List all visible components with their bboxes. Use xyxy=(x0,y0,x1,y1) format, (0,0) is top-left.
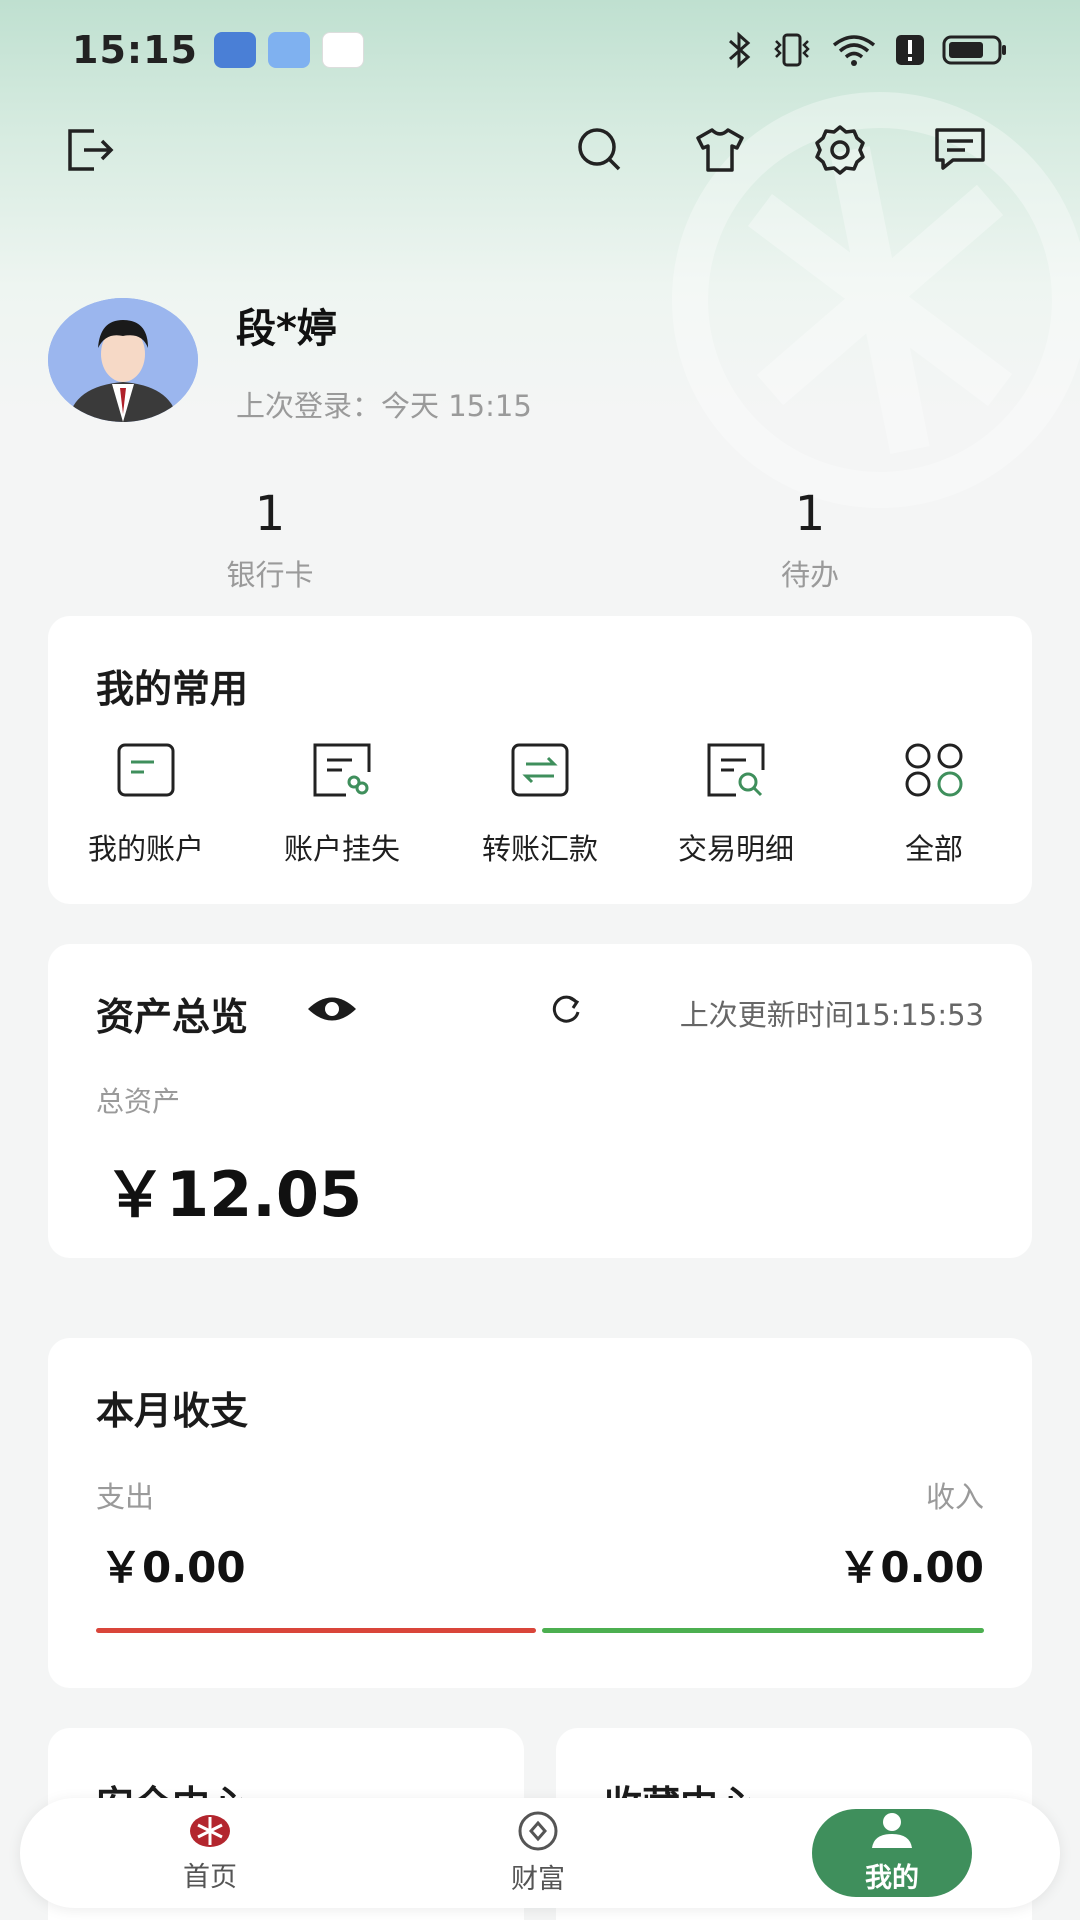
browser-icon xyxy=(321,32,364,68)
top-toolbar xyxy=(0,120,1080,180)
assets-title: 资产总览 xyxy=(96,995,249,1039)
settings-icon[interactable] xyxy=(810,120,870,180)
transfer-icon xyxy=(511,743,569,797)
todo-count: 1 xyxy=(794,486,826,542)
logout-icon[interactable] xyxy=(60,120,120,180)
favorite-all[interactable]: 全部 xyxy=(836,742,1032,868)
stat-todo[interactable]: 1 待办 xyxy=(660,488,960,594)
expense-value: ￥0.00 xyxy=(100,1543,246,1592)
favorite-my-account[interactable]: 我的账户 xyxy=(48,742,244,868)
favorite-transaction-detail[interactable]: 交易明细 xyxy=(638,742,834,868)
refresh-icon[interactable] xyxy=(548,992,582,1026)
tab-wealth-label: 财富 xyxy=(511,1863,565,1895)
vibrate-icon xyxy=(774,33,810,67)
wifi-icon xyxy=(832,35,876,66)
favorite-transfer[interactable]: 转账汇款 xyxy=(442,742,638,868)
last-login-time: 上次登录：今天 15:15 xyxy=(236,389,532,423)
alert-icon xyxy=(896,35,924,65)
total-assets-value: ￥12.05 xyxy=(104,1158,363,1231)
transaction-detail-icon xyxy=(707,743,765,797)
battery-icon xyxy=(942,35,1006,65)
account-icon xyxy=(117,743,175,797)
tab-profile-label: 我的 xyxy=(865,1862,919,1894)
favorite-label: 转账汇款 xyxy=(481,832,598,866)
income-bar xyxy=(542,1628,984,1633)
assets-updated-time: 上次更新时间15:15:53 xyxy=(679,998,984,1032)
app-root: 15:15 段*婷 上次登录：今天 15:15 1 银行卡 1 待办 我的常用 … xyxy=(0,0,1080,1920)
income-label: 收入 xyxy=(925,1480,984,1514)
stat-bank-cards[interactable]: 1 银行卡 xyxy=(120,488,420,594)
total-assets-label: 总资产 xyxy=(96,1085,181,1118)
weather-icon xyxy=(267,32,310,68)
favorite-label: 全部 xyxy=(904,832,963,866)
bank-card-count: 1 xyxy=(254,486,286,542)
favorite-report-loss[interactable]: 账户挂失 xyxy=(244,742,440,868)
app-icon-blue xyxy=(213,32,256,68)
status-time: 15:15 xyxy=(72,28,198,72)
favorites-title: 我的常用 xyxy=(96,667,249,711)
status-bar: 15:15 xyxy=(0,0,1080,100)
monthly-card[interactable]: 本月收支 支出 收入 ￥0.00 ￥0.00 xyxy=(48,1338,1032,1688)
favorite-label: 我的账户 xyxy=(87,832,204,866)
message-icon[interactable] xyxy=(930,120,990,180)
favorite-label: 账户挂失 xyxy=(283,832,400,866)
all-apps-icon xyxy=(905,743,963,797)
tab-profile[interactable]: 我的 xyxy=(812,1809,972,1897)
report-loss-icon xyxy=(313,743,371,797)
assets-card: 资产总览 上次更新时间15:15:53 总资产 ￥12.05 xyxy=(48,944,1032,1258)
expense-label: 支出 xyxy=(96,1480,155,1514)
profile-icon xyxy=(872,1812,912,1848)
todo-label: 待办 xyxy=(780,558,839,592)
wealth-icon xyxy=(518,1811,558,1850)
tab-wealth[interactable]: 财富 xyxy=(438,1798,638,1908)
avatar[interactable] xyxy=(48,298,198,422)
home-icon xyxy=(190,1814,230,1847)
bottom-tab-bar: 首页 财富 我的 xyxy=(20,1798,1060,1908)
income-value: ￥0.00 xyxy=(838,1543,984,1592)
monthly-title: 本月收支 xyxy=(96,1389,249,1433)
tab-home[interactable]: 首页 xyxy=(110,1798,310,1908)
eye-icon[interactable] xyxy=(306,992,358,1026)
expense-bar xyxy=(96,1628,536,1633)
bluetooth-icon xyxy=(729,31,751,69)
favorite-label: 交易明细 xyxy=(677,832,794,866)
user-name: 段*婷 xyxy=(236,306,337,352)
tab-home-label: 首页 xyxy=(183,1861,237,1893)
search-icon[interactable] xyxy=(570,120,630,180)
bank-card-label: 银行卡 xyxy=(226,558,314,592)
skin-icon[interactable] xyxy=(690,120,750,180)
